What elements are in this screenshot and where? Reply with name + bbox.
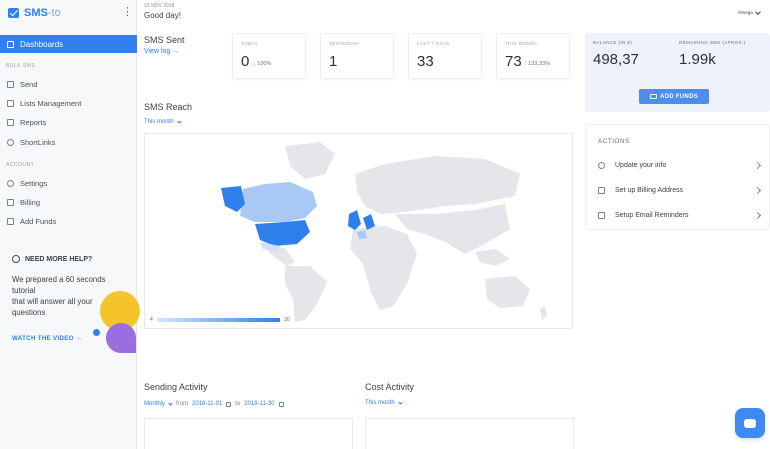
period-select[interactable]: Monthly xyxy=(144,401,165,407)
billing-icon xyxy=(598,186,605,194)
greeting: Good day! xyxy=(144,11,181,20)
arrow-down-icon: ↓ xyxy=(253,61,256,67)
brand-logo[interactable]: SMS-to xyxy=(8,7,61,19)
calendar-icon[interactable] xyxy=(278,401,284,407)
gear-icon xyxy=(7,179,14,187)
dashboard-icon xyxy=(7,40,14,48)
link-icon xyxy=(7,138,14,146)
sms-reach-title: SMS Reach xyxy=(144,102,193,112)
sending-activity-title: Sending Activity xyxy=(144,382,208,392)
user-menu[interactable]: Omega xyxy=(738,8,761,15)
map-region-canada xyxy=(240,182,317,222)
sidebar-item-settings[interactable]: Settings xyxy=(7,177,47,189)
legend-max: 30 xyxy=(284,317,290,323)
brand-name: SMS xyxy=(24,7,48,19)
reports-icon xyxy=(7,118,14,126)
calendar-icon[interactable] xyxy=(226,401,232,407)
action-email-reminders[interactable]: Setup Email Reminders xyxy=(598,208,762,222)
help-icon xyxy=(12,255,20,263)
chat-icon xyxy=(744,418,756,428)
sidebar-item-label: Dashboards xyxy=(20,39,64,49)
decorative-shape xyxy=(106,323,136,353)
arrow-up-icon: ↑ xyxy=(524,61,527,67)
chevron-down-icon xyxy=(754,8,761,15)
section-title-bulk: BULK SMS xyxy=(6,63,36,69)
sidebar-item-lists-management[interactable]: Lists Management xyxy=(7,97,81,109)
map-region-uk xyxy=(348,210,361,230)
help-panel: NEED MORE HELP? We prepared a 60 seconds… xyxy=(0,243,140,358)
sidebar-item-billing[interactable]: Billing xyxy=(7,196,40,208)
legend-gradient xyxy=(157,318,280,322)
user-name: Omega xyxy=(738,10,753,15)
sms-sent-title: SMS Sent xyxy=(144,35,185,45)
add-funds-button[interactable]: ADD FUNDS xyxy=(639,89,709,104)
chevron-down-icon xyxy=(398,399,403,405)
balance-card: BALANCE (IN €) 498,37 REMAINING SMS (APR… xyxy=(585,33,770,112)
sidebar-item-dashboards[interactable]: Dashboards xyxy=(0,35,137,53)
chat-button[interactable] xyxy=(735,408,765,438)
credit-card-icon xyxy=(649,94,657,99)
world-map-svg xyxy=(221,142,547,322)
to-date-input[interactable]: 2018-11-30 xyxy=(244,401,274,407)
world-map: 4 30 xyxy=(144,133,573,329)
sidebar: SMS-to ⋮ Dashboards BULK SMS Send Lists … xyxy=(0,0,140,449)
cost-period-select[interactable]: This month xyxy=(365,399,403,406)
more-menu-icon[interactable]: ⋮ xyxy=(122,7,133,18)
billing-icon xyxy=(7,198,14,206)
action-billing-address[interactable]: Set up Billing Address xyxy=(598,183,762,197)
wallet-icon xyxy=(7,217,14,225)
user-icon xyxy=(598,161,605,169)
sms-logo-icon xyxy=(8,8,19,18)
sidebar-item-reports[interactable]: Reports xyxy=(7,116,46,128)
balance-label: BALANCE (IN €) xyxy=(593,40,633,45)
mail-icon xyxy=(598,211,605,219)
sending-activity-filters: Monthly from 2018-11-01 to 2018-11-30 xyxy=(144,400,284,407)
help-text: We prepared a 60 seconds tutorial that w… xyxy=(12,275,106,317)
stat-card-last-7-days: LAST 7 DAYS 33 xyxy=(408,33,482,79)
cost-activity-title: Cost Activity xyxy=(365,382,415,392)
stat-card-today: TODAY 0 ↓ 100% xyxy=(232,33,306,79)
sidebar-item-add-funds[interactable]: Add Funds xyxy=(7,215,56,227)
chevron-down-icon xyxy=(168,400,173,406)
balance-value: 498,37 xyxy=(593,51,639,68)
reach-period-select[interactable]: This month xyxy=(144,118,182,125)
action-update-info[interactable]: Update your info xyxy=(598,158,762,172)
legend-min: 4 xyxy=(150,317,153,323)
chevron-right-icon xyxy=(753,161,762,169)
help-title: NEED MORE HELP? xyxy=(25,255,93,263)
chevron-right-icon xyxy=(753,186,762,194)
sending-activity-chart xyxy=(144,418,353,449)
brand-suffix: -to xyxy=(47,7,61,19)
remaining-value: 1.99k xyxy=(679,51,716,68)
stat-card-yesterday: YESTERDAY 1 xyxy=(320,33,394,79)
stat-card-this-month: THIS MONTH 73 ↑ 133.33% xyxy=(496,33,570,79)
remaining-label: REMAINING SMS (APROX.) xyxy=(679,40,746,45)
chevron-down-icon xyxy=(177,118,182,124)
current-date: 19 NOV 2018 xyxy=(144,3,175,9)
watch-video-link[interactable]: WATCH THE VIDEO → xyxy=(12,335,82,342)
sidebar-item-send[interactable]: Send xyxy=(7,78,38,90)
map-region-usa xyxy=(255,220,310,246)
actions-panel: ACTIONS Update your info Set up Billing … xyxy=(585,124,770,230)
cost-activity-chart xyxy=(365,418,574,449)
decorative-dot xyxy=(93,329,100,336)
view-log-link[interactable]: View log → xyxy=(144,48,179,55)
list-icon xyxy=(7,99,14,107)
actions-title: ACTIONS xyxy=(598,138,630,145)
from-date-input[interactable]: 2018-11-01 xyxy=(192,401,222,407)
sidebar-item-shortlinks[interactable]: ShortLinks xyxy=(7,136,55,148)
send-icon xyxy=(7,80,14,88)
chevron-right-icon xyxy=(753,211,762,219)
section-title-account: ACCOUNT xyxy=(6,162,35,168)
